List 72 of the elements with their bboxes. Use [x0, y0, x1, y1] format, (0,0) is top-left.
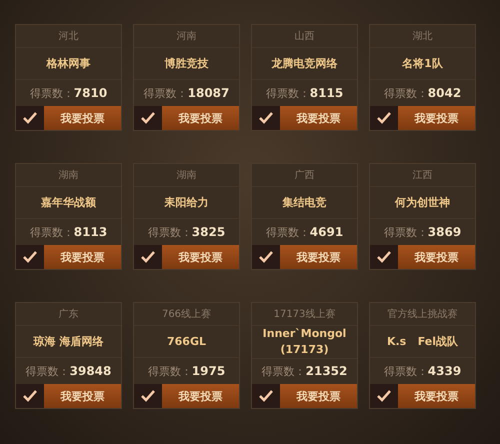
vote-count: 得票数：1975: [146, 363, 226, 380]
vote-button[interactable]: 我要投票: [398, 245, 475, 269]
vote-button[interactable]: 我要投票: [162, 106, 239, 130]
check-button[interactable]: [16, 384, 44, 408]
region-label: 湖南: [134, 164, 239, 187]
region-label: 山西: [252, 25, 357, 48]
check-icon: [377, 112, 391, 124]
team-name: Inner`Mongol (17173): [252, 326, 357, 359]
check-button[interactable]: [252, 245, 280, 269]
check-icon: [259, 112, 273, 124]
team-name: 耒阳给力: [134, 187, 239, 219]
region-label: 河北: [16, 25, 121, 48]
check-button[interactable]: [134, 245, 162, 269]
region-label: 广东: [16, 303, 121, 326]
check-button[interactable]: [370, 245, 398, 269]
check-button[interactable]: [16, 106, 44, 130]
vote-button[interactable]: 我要投票: [44, 384, 121, 408]
vote-button[interactable]: 我要投票: [280, 384, 357, 408]
check-button[interactable]: [370, 384, 398, 408]
check-icon: [23, 251, 37, 263]
check-button[interactable]: [252, 384, 280, 408]
vote-count: 得票数：7810: [28, 85, 108, 102]
vote-button[interactable]: 我要投票: [162, 384, 239, 408]
vote-count: 得票数：39848: [24, 363, 112, 380]
check-button[interactable]: [134, 106, 162, 130]
check-icon: [377, 390, 391, 402]
team-name: 嘉年华战额: [16, 187, 121, 219]
region-label: 河南: [134, 25, 239, 48]
team-name: 名将1队: [370, 48, 475, 80]
check-icon: [23, 112, 37, 124]
team-name: 格林网事: [16, 48, 121, 80]
region-label: 湖北: [370, 25, 475, 48]
vote-count: 得票数：3869: [382, 224, 462, 241]
check-icon: [141, 251, 155, 263]
vote-button[interactable]: 我要投票: [44, 106, 121, 130]
vote-count: 得票数：4339: [382, 363, 462, 380]
team-name: 龙腾电竞网络: [252, 48, 357, 80]
region-label: 766线上赛: [134, 303, 239, 326]
check-button[interactable]: [370, 106, 398, 130]
vote-button[interactable]: 我要投票: [398, 106, 475, 130]
team-name: 何为创世神: [370, 187, 475, 219]
team-name: 博胜竞技: [134, 48, 239, 80]
team-name: 琼海 海盾网络: [16, 326, 121, 358]
check-icon: [259, 390, 273, 402]
vote-count: 得票数：18087: [142, 85, 230, 102]
team-name: K.s Fel战队: [370, 326, 475, 358]
check-icon: [141, 112, 155, 124]
check-button[interactable]: [134, 384, 162, 408]
team-name: 766GL: [134, 326, 239, 358]
region-label: 湖南: [16, 164, 121, 187]
vote-button[interactable]: 我要投票: [280, 245, 357, 269]
region-label: 官方线上挑战赛: [370, 303, 475, 326]
check-icon: [141, 390, 155, 402]
team-name: 集结电竞: [252, 187, 357, 219]
vote-button[interactable]: 我要投票: [398, 384, 475, 408]
vote-button[interactable]: 我要投票: [44, 245, 121, 269]
vote-count: 得票数：8113: [28, 224, 108, 241]
check-button[interactable]: [16, 245, 44, 269]
vote-count: 得票数：3825: [146, 224, 226, 241]
check-icon: [377, 251, 391, 263]
check-button[interactable]: [252, 106, 280, 130]
check-icon: [259, 251, 273, 263]
vote-count: 得票数：21352: [260, 363, 348, 380]
vote-count: 得票数：8042: [382, 85, 462, 102]
region-label: 广西: [252, 164, 357, 187]
vote-count: 得票数：4691: [264, 224, 344, 241]
vote-button[interactable]: 我要投票: [162, 245, 239, 269]
vote-count: 得票数：8115: [264, 85, 344, 102]
region-label: 江西: [370, 164, 475, 187]
region-label: 17173线上赛: [252, 303, 357, 326]
vote-button[interactable]: 我要投票: [280, 106, 357, 130]
check-icon: [23, 390, 37, 402]
